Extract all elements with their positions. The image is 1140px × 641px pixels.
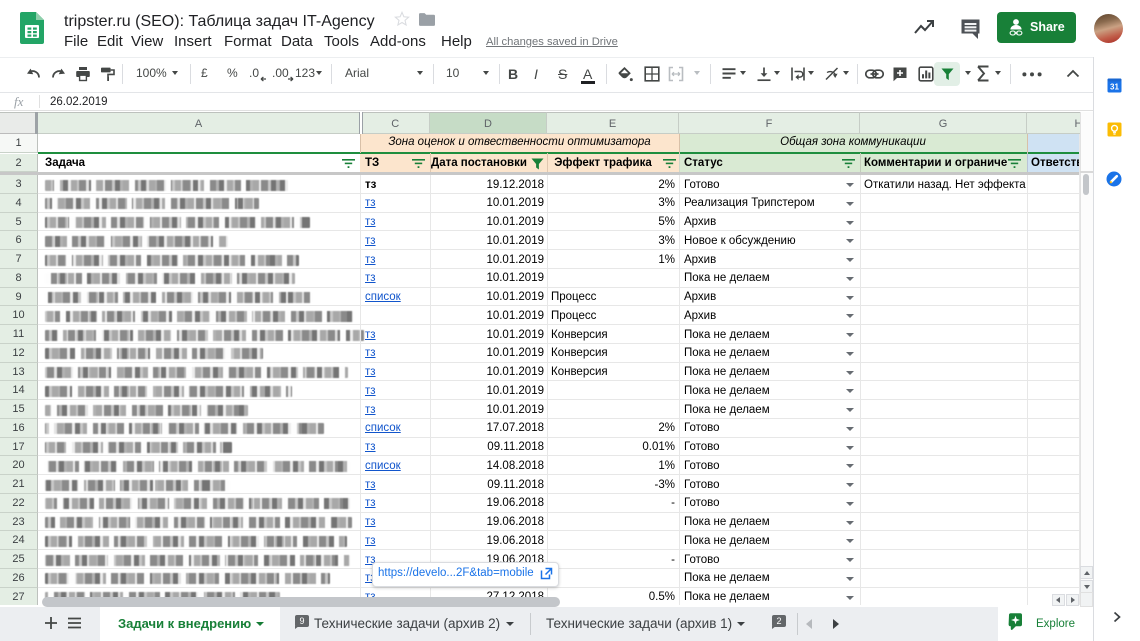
svg-text:31: 31	[1110, 83, 1119, 92]
